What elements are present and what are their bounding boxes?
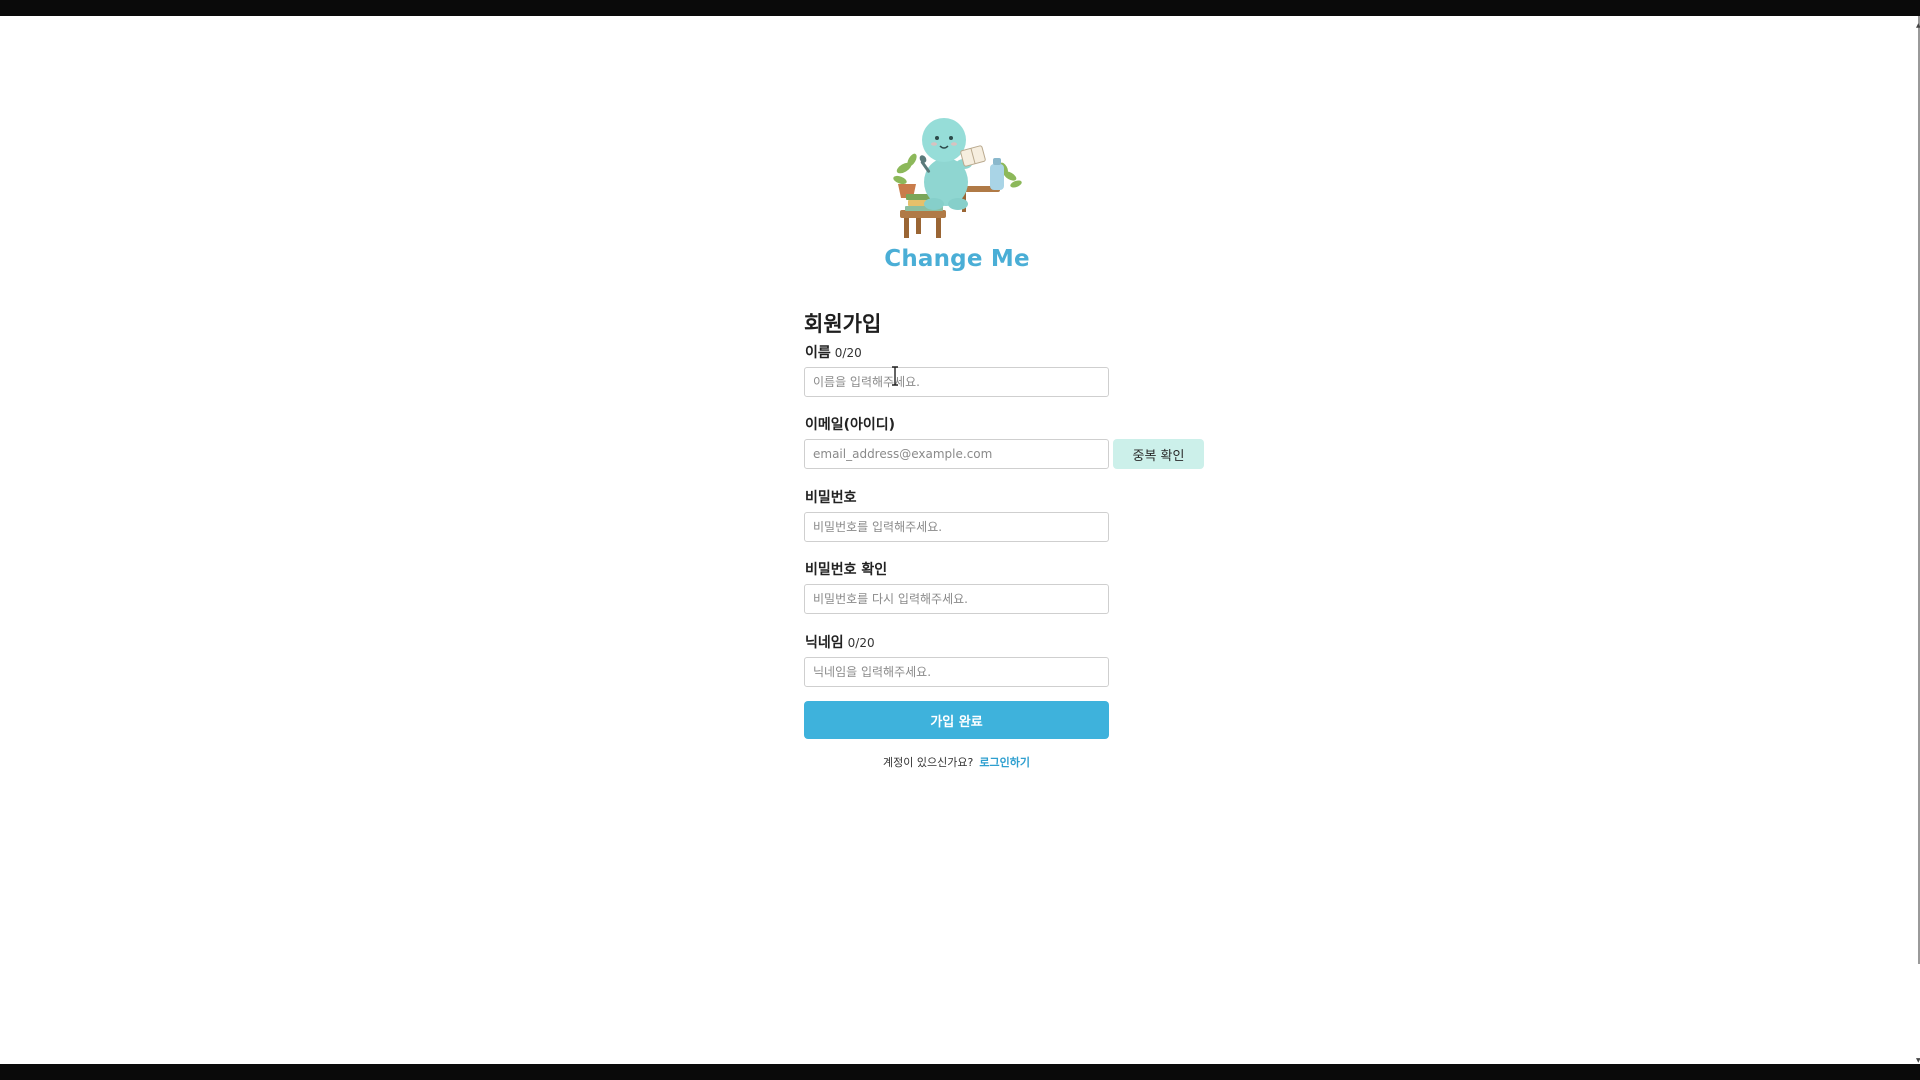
window-bottom-bar [0,1064,1920,1080]
window-top-bar [0,0,1920,16]
name-counter: 0/20 [834,346,862,360]
password-confirm-label: 비밀번호 확인 [805,562,888,578]
email-label: 이메일(아이디) [805,417,896,433]
login-prompt-text: 계정이 있으신가요? [883,756,974,769]
name-label-text: 이름 [805,345,831,361]
name-input[interactable] [804,367,1109,397]
text-cursor-icon [892,366,898,386]
nickname-label-text: 닉네임 [805,635,844,651]
login-link[interactable]: 로그인하기 [979,756,1030,769]
password-input[interactable] [804,512,1109,542]
login-prompt-row: 계정이 있으신가요? 로그인하기 [804,754,1109,770]
nickname-input[interactable] [804,657,1109,687]
signup-submit-button[interactable]: 가입 완료 [804,701,1109,739]
password-confirm-input[interactable] [804,584,1109,614]
nickname-label: 닉네임 0/20 [805,632,875,652]
password-label: 비밀번호 [805,490,857,506]
email-input[interactable] [804,439,1109,469]
mascot-illustration [893,118,1022,238]
scroll-up-arrow-icon[interactable]: ▲ [1916,22,1920,29]
page-title: 회원가입 [804,312,882,336]
nickname-counter: 0/20 [847,636,875,650]
scroll-down-arrow-icon[interactable]: ▼ [1916,1057,1920,1064]
name-label: 이름 0/20 [805,342,862,362]
duplicate-check-button[interactable]: 중복 확인 [1113,439,1204,469]
brand-title: Change Me [884,246,1030,272]
